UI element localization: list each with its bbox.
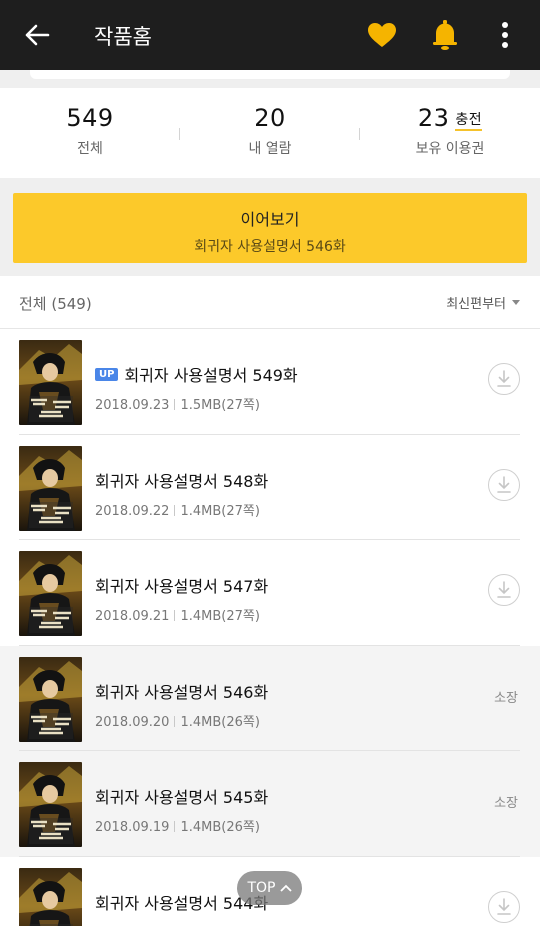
card-edge: [30, 70, 510, 79]
episode-title-row: 회귀자 사용설명서 546화: [95, 679, 268, 703]
continue-title: 이어보기: [240, 210, 300, 229]
episode-title: 회귀자 사용설명서 547화: [95, 577, 269, 596]
stat-total[interactable]: 549 전체: [0, 104, 180, 158]
episode-size: 1.5MB(27쪽): [180, 398, 260, 413]
scroll-top-label: TOP: [247, 880, 276, 896]
up-badge: UP: [95, 367, 119, 381]
episode-thumbnail: [19, 656, 82, 742]
episode-thumbnail: [19, 340, 82, 425]
episode-title-row: 회귀자 사용설명서 547화: [95, 573, 268, 597]
episode-date: 2018.09.19: [95, 820, 170, 835]
episode-thumbnail: [19, 867, 82, 926]
stat-viewed-value: 20: [254, 104, 286, 132]
download-button[interactable]: [488, 468, 520, 501]
episode-meta: 2018.09.181.5MB(26쪽): [95, 922, 268, 926]
stat-tickets-value: 23: [417, 104, 450, 132]
download-icon: [497, 475, 511, 493]
download-button[interactable]: [488, 363, 520, 395]
page-title: 작품홈: [94, 25, 152, 49]
sort-label: 최신편부터: [446, 297, 506, 312]
episode-filter-bar: 전체 (549) 최신편부터: [0, 276, 540, 329]
episode-date: 2018.09.23: [95, 398, 170, 413]
heart-icon: [368, 23, 396, 47]
episode-meta: 2018.09.21 1.4MB(27쪽): [95, 605, 268, 624]
episode-list: UP 회귀자 사용설명서 549화 2018.09.23 1.5MB(27쪽): [0, 329, 540, 926]
bell-icon: [433, 20, 457, 50]
episode-info: 회귀자 사용설명서 548화 2018.09.22 1.4MB(27쪽): [95, 468, 268, 519]
download-icon: [497, 897, 511, 915]
continue-section: 이어보기 회귀자 사용설명서 546화: [0, 178, 540, 276]
continue-reading-button[interactable]: 이어보기 회귀자 사용설명서 546화: [13, 193, 527, 263]
episode-size: 1.4MB(27쪽): [180, 503, 260, 519]
episode-thumbnail: [19, 762, 82, 847]
stat-viewed[interactable]: 20 내 열람: [180, 104, 360, 158]
download-button[interactable]: [488, 574, 520, 606]
back-button[interactable]: [18, 17, 56, 53]
stats-bar: 549 전체 20 내 열람 23 충전 보유 이용권: [0, 88, 540, 178]
episode-meta: 2018.09.20 1.4MB(26쪽): [95, 711, 268, 730]
episode-size: 1.4MB(26쪽): [180, 820, 260, 835]
download-icon: [497, 581, 511, 598]
meta-divider: [174, 821, 176, 832]
episode-meta: 2018.09.19 1.4MB(26쪽): [95, 816, 268, 835]
meta-divider: [174, 715, 176, 727]
more-menu-button[interactable]: [490, 16, 520, 54]
episode-info: 회귀자 사용설명서 545화 2018.09.19 1.4MB(26쪽): [95, 784, 268, 835]
owned-label: 소장: [494, 796, 518, 811]
episode-title-row: UP 회귀자 사용설명서 549화: [95, 362, 298, 386]
download-icon: [497, 370, 511, 387]
arrow-left-icon: [25, 24, 50, 46]
owned-label: 소장: [494, 690, 518, 706]
header-shadow-strip: [0, 70, 540, 82]
episode-title: 회귀자 사용설명서 549화: [124, 366, 298, 385]
notification-button[interactable]: [424, 14, 466, 56]
stat-total-label: 전체: [77, 141, 103, 157]
episode-row[interactable]: 회귀자 사용설명서 546화 2018.09.20 1.4MB(26쪽) 소장: [0, 645, 540, 751]
meta-divider: [174, 399, 176, 410]
stat-tickets-label: 보유 이용권: [415, 141, 485, 157]
episode-meta: 2018.09.23 1.5MB(27쪽): [95, 394, 298, 413]
stat-viewed-label: 내 열람: [248, 141, 292, 157]
episode-size: 1.4MB(26쪽): [180, 714, 260, 730]
charge-link[interactable]: 충전: [455, 112, 483, 131]
app-header: 작품홈: [0, 0, 540, 70]
episode-title-row: 회귀자 사용설명서 545화: [95, 784, 268, 808]
stat-total-value: 549: [66, 104, 114, 132]
episode-row[interactable]: 회귀자 사용설명서 545화 2018.09.19 1.4MB(26쪽) 소장: [0, 751, 540, 857]
episode-date: 2018.09.21: [95, 609, 170, 624]
favorite-button[interactable]: [362, 16, 402, 54]
meta-divider: [174, 610, 176, 621]
stat-tickets: 23 충전 보유 이용권: [360, 104, 540, 158]
episode-title: 회귀자 사용설명서 548화: [95, 471, 269, 491]
episode-info: UP 회귀자 사용설명서 549화 2018.09.23 1.5MB(27쪽): [95, 362, 298, 413]
meta-divider: [174, 504, 176, 516]
episode-row[interactable]: 회귀자 사용설명서 547화 2018.09.21 1.4MB(27쪽): [0, 540, 540, 646]
episode-row[interactable]: UP 회귀자 사용설명서 549화 2018.09.23 1.5MB(27쪽): [0, 329, 540, 435]
stat-tickets-row: 23 충전: [360, 104, 540, 132]
episode-title: 회귀자 사용설명서 546화: [95, 682, 269, 702]
episode-title-row: 회귀자 사용설명서 548화: [95, 468, 268, 492]
episode-thumbnail: [19, 445, 82, 531]
more-vertical-icon: [502, 22, 508, 48]
scroll-top-button[interactable]: TOP: [237, 871, 302, 905]
episode-date: 2018.09.22: [95, 503, 170, 519]
episode-meta: 2018.09.22 1.4MB(27쪽): [95, 500, 268, 519]
sort-dropdown[interactable]: 최신편부터: [446, 293, 520, 312]
episode-date: 2018.09.20: [95, 714, 170, 730]
caret-down-icon: [512, 300, 520, 305]
episode-thumbnail: [19, 551, 82, 636]
download-button[interactable]: [488, 890, 520, 923]
episode-info: 회귀자 사용설명서 547화 2018.09.21 1.4MB(27쪽): [95, 573, 268, 624]
chevron-up-icon: [279, 884, 292, 892]
episode-title: 회귀자 사용설명서 545화: [95, 788, 269, 807]
episode-info: 회귀자 사용설명서 546화 2018.09.20 1.4MB(26쪽): [95, 679, 268, 730]
episode-size: 1.4MB(27쪽): [180, 609, 260, 624]
episode-row[interactable]: 회귀자 사용설명서 548화 2018.09.22 1.4MB(27쪽): [0, 434, 540, 540]
continue-subtitle: 회귀자 사용설명서 546화: [194, 239, 346, 255]
episode-count: 전체 (549): [19, 295, 92, 313]
